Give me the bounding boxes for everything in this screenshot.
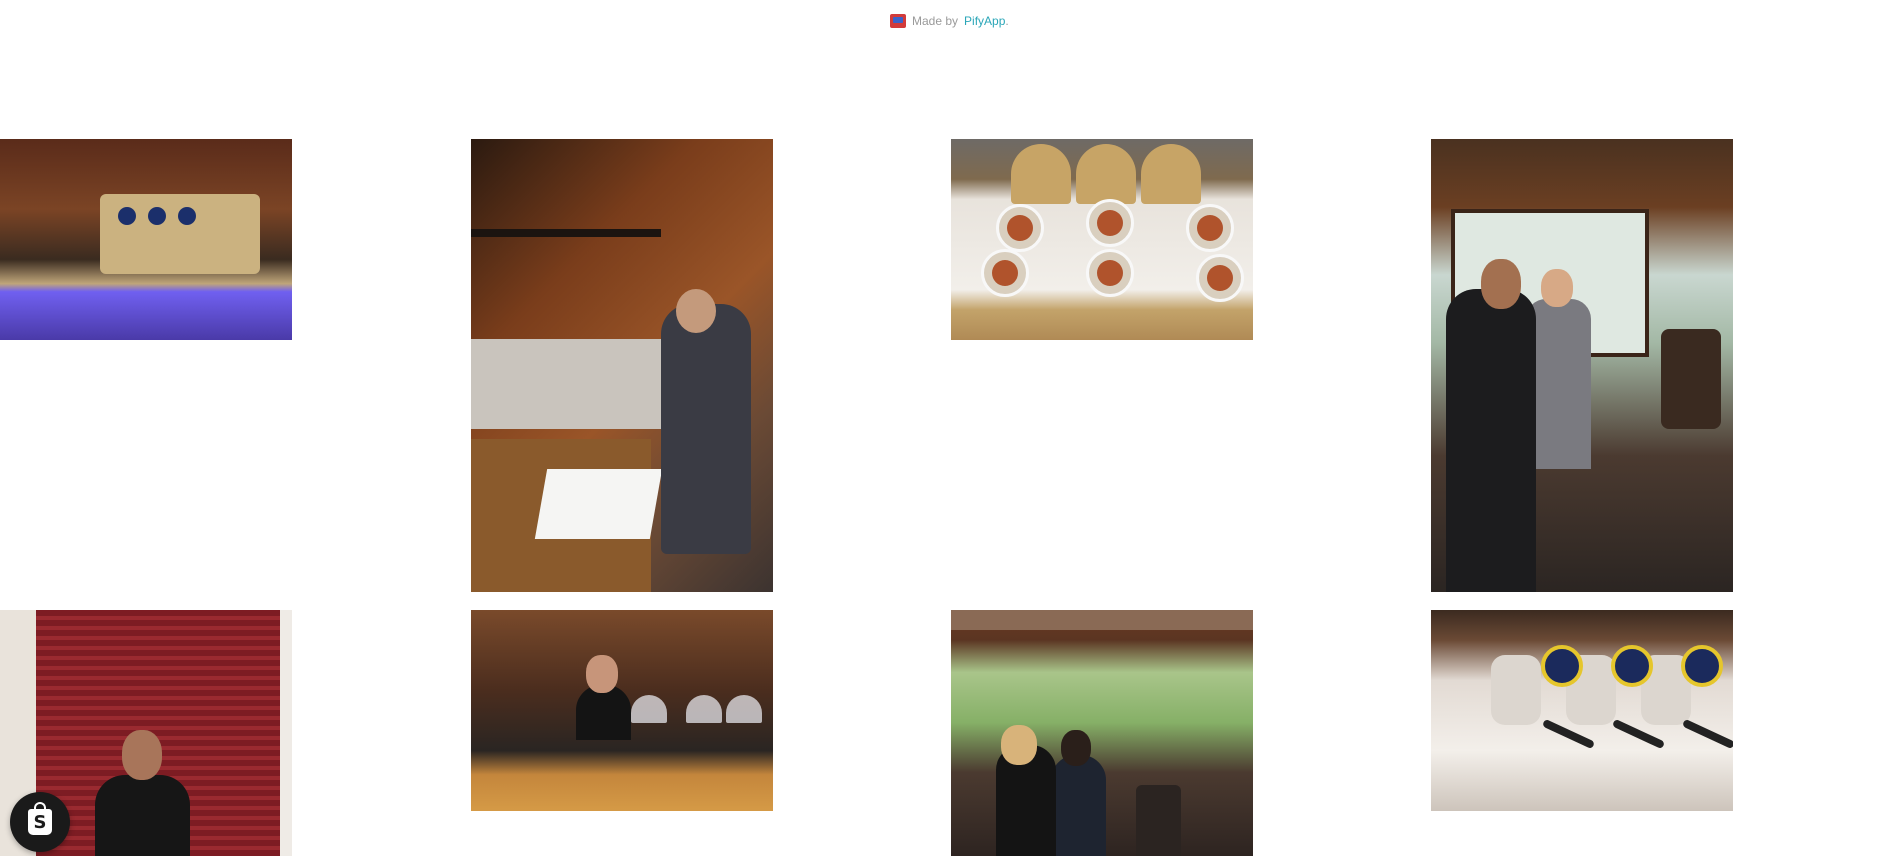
- espresso-machine-closeup-photo[interactable]: [1431, 610, 1733, 811]
- page: Made by PifyApp. S: [0, 0, 1883, 856]
- shopify-button[interactable]: S: [10, 792, 70, 852]
- shopify-bag-icon: S: [28, 802, 52, 835]
- man-at-espresso-bar-photo[interactable]: [471, 139, 773, 592]
- credit-prefix: Made by: [912, 14, 959, 28]
- two-women-espresso-bar-photo[interactable]: [951, 610, 1253, 856]
- pifyapp-link[interactable]: PifyApp: [964, 14, 1005, 28]
- barista-counter-photo[interactable]: [471, 610, 773, 811]
- espresso-machine-photo[interactable]: [0, 139, 292, 340]
- pifyapp-logo-icon: [890, 14, 906, 28]
- made-by-credit: Made by PifyApp.: [890, 12, 1009, 30]
- food-table-photo[interactable]: [951, 139, 1253, 340]
- credit-suffix: .: [1005, 14, 1009, 28]
- two-men-coffee-bar-photo[interactable]: [1431, 139, 1733, 592]
